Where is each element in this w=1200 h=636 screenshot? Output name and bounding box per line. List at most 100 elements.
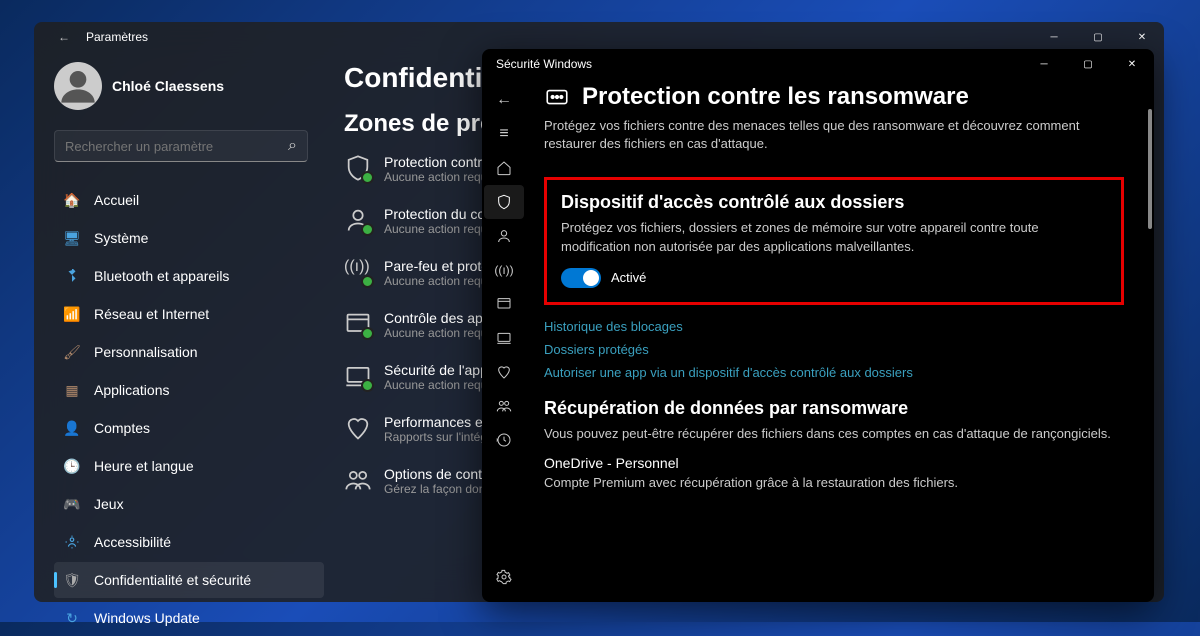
nav-label: Accueil xyxy=(94,192,139,208)
sidebar-account-icon[interactable] xyxy=(484,219,524,253)
link-protected-folders[interactable]: Dossiers protégés xyxy=(544,342,1124,357)
nav-item-comptes[interactable]: 👤 Comptes xyxy=(54,410,324,446)
scrollbar[interactable] xyxy=(1148,109,1152,309)
nav-item-windows-update[interactable]: ↻ Windows Update xyxy=(54,600,324,636)
cfa-toggle[interactable] xyxy=(561,268,601,288)
zone-icon xyxy=(344,310,372,338)
zone-icon: ((ı)) xyxy=(344,258,372,286)
minimize-button[interactable]: ─ xyxy=(1032,22,1076,52)
sidebar-virus-icon[interactable] xyxy=(484,185,524,219)
status-ok-badge xyxy=(361,223,374,236)
nav-label: Confidentialité et sécurité xyxy=(94,572,251,588)
nav-label: Heure et langue xyxy=(94,458,194,474)
recovery-desc: Vous pouvez peut-être récupérer des fich… xyxy=(544,425,1124,443)
nav-label: Applications xyxy=(94,382,170,398)
security-page-desc: Protégez vos fichiers contre des menaces… xyxy=(544,117,1124,153)
sidebar-menu-icon[interactable]: ≡ xyxy=(484,117,524,151)
nav-label: Réseau et Internet xyxy=(94,306,209,322)
status-ok-badge xyxy=(361,275,374,288)
security-window-controls: ─ ▢ ✕ xyxy=(1022,49,1154,79)
sidebar-back-icon[interactable]: ← xyxy=(484,83,524,117)
settings-window-controls: ─ ▢ ✕ xyxy=(1032,22,1164,52)
account-desc: Compte Premium avec récupération grâce à… xyxy=(544,475,1124,490)
nav-icon: 📶 xyxy=(64,306,80,322)
sidebar-history-icon[interactable] xyxy=(484,423,524,457)
settings-search[interactable]: ⌕ xyxy=(54,130,308,162)
user-block[interactable]: Chloé Claessens xyxy=(54,62,324,110)
nav-label: Jeux xyxy=(94,496,124,512)
search-input[interactable] xyxy=(65,139,288,154)
nav-item-syst-me[interactable]: 🖥 Système xyxy=(54,220,324,256)
zone-icon xyxy=(344,362,372,390)
sidebar-home-icon[interactable] xyxy=(484,151,524,185)
nav-icon: ▦ xyxy=(64,382,80,398)
nav-item-applications[interactable]: ▦ Applications xyxy=(54,372,324,408)
nav-label: Système xyxy=(94,230,148,246)
nav-label: Personnalisation xyxy=(94,344,198,360)
nav-item-confidentialit-et-s-curit-[interactable]: 🛡 Confidentialité et sécurité xyxy=(54,562,324,598)
zone-icon xyxy=(344,414,372,442)
cfa-title: Dispositif d'accès contrôlé aux dossiers xyxy=(561,192,1107,213)
sidebar-firewall-icon[interactable]: ((ı)) xyxy=(484,253,524,287)
nav-icon: 🎮 xyxy=(64,496,80,512)
close-button[interactable]: ✕ xyxy=(1110,49,1154,79)
security-page-title: Protection contre les ransomware xyxy=(582,83,969,111)
sidebar-app-control-icon[interactable] xyxy=(484,287,524,321)
nav-item-r-seau-et-internet[interactable]: 📶 Réseau et Internet xyxy=(54,296,324,332)
nav-item-bluetooth-et-appareils[interactable]: Bluetooth et appareils xyxy=(54,258,324,294)
settings-titlebar: ← Paramètres ─ ▢ ✕ xyxy=(34,22,1164,52)
user-name: Chloé Claessens xyxy=(112,78,224,94)
nav-icon xyxy=(64,534,80,550)
settings-nav: 🏠 Accueil 🖥 Système Bluetooth et appareils 📶 R… xyxy=(54,182,324,636)
close-button[interactable]: ✕ xyxy=(1120,22,1164,52)
link-block-history[interactable]: Historique des blocages xyxy=(544,319,1124,334)
settings-title: Paramètres xyxy=(86,30,148,44)
sidebar-device-icon[interactable] xyxy=(484,321,524,355)
nav-label: Comptes xyxy=(94,420,150,436)
settings-sidebar: Chloé Claessens ⌕ 🏠 Accueil 🖥 Système Blueto… xyxy=(54,62,324,602)
back-button[interactable]: ← xyxy=(54,30,74,44)
nav-icon: 🕒 xyxy=(64,458,80,474)
cfa-desc: Protégez vos fichiers, dossiers et zones… xyxy=(561,219,1107,255)
sidebar-settings-icon[interactable] xyxy=(484,560,524,594)
security-titlebar: Sécurité Windows ─ ▢ ✕ xyxy=(482,49,1154,79)
cfa-toggle-label: Activé xyxy=(611,270,646,285)
account-name: OneDrive - Personnel xyxy=(544,455,1124,471)
zone-icon xyxy=(344,206,372,234)
nav-item-accueil[interactable]: 🏠 Accueil xyxy=(54,182,324,218)
nav-item-jeux[interactable]: 🎮 Jeux xyxy=(54,486,324,522)
sidebar-family-icon[interactable] xyxy=(484,389,524,423)
nav-item-heure-et-langue[interactable]: 🕒 Heure et langue xyxy=(54,448,324,484)
nav-icon xyxy=(64,268,80,284)
status-ok-badge xyxy=(361,171,374,184)
security-window: Sécurité Windows ─ ▢ ✕ ← ≡ ((ı)) xyxy=(482,49,1154,602)
zone-icon xyxy=(344,466,372,494)
security-title: Sécurité Windows xyxy=(496,57,592,71)
nav-label: Bluetooth et appareils xyxy=(94,268,229,284)
nav-item-personnalisation[interactable]: 🖌 Personnalisation xyxy=(54,334,324,370)
link-allow-app[interactable]: Autoriser une app via un dispositif d'ac… xyxy=(544,365,1124,380)
nav-icon: ↻ xyxy=(64,610,80,626)
status-ok-badge xyxy=(361,379,374,392)
nav-icon: 👤 xyxy=(64,420,80,436)
nav-icon: 🖌 xyxy=(64,344,80,360)
sidebar-health-icon[interactable] xyxy=(484,355,524,389)
nav-label: Windows Update xyxy=(94,610,200,626)
status-ok-badge xyxy=(361,327,374,340)
ransomware-icon xyxy=(544,84,570,110)
maximize-button[interactable]: ▢ xyxy=(1076,22,1120,52)
search-icon: ⌕ xyxy=(288,137,297,155)
maximize-button[interactable]: ▢ xyxy=(1066,49,1110,79)
avatar xyxy=(54,62,102,110)
zone-icon xyxy=(344,154,372,182)
nav-item-accessibilit-[interactable]: Accessibilité xyxy=(54,524,324,560)
security-content: Protection contre les ransomware Protége… xyxy=(526,79,1154,602)
security-sidebar: ← ≡ ((ı)) xyxy=(482,79,526,602)
nav-icon: 🖥 xyxy=(64,230,80,246)
recovery-title: Récupération de données par ransomware xyxy=(544,398,1124,419)
nav-icon: 🏠 xyxy=(64,192,80,208)
nav-label: Accessibilité xyxy=(94,534,171,550)
minimize-button[interactable]: ─ xyxy=(1022,49,1066,79)
highlight-box: Dispositif d'accès contrôlé aux dossiers… xyxy=(544,177,1124,304)
nav-icon: 🛡 xyxy=(64,572,80,588)
